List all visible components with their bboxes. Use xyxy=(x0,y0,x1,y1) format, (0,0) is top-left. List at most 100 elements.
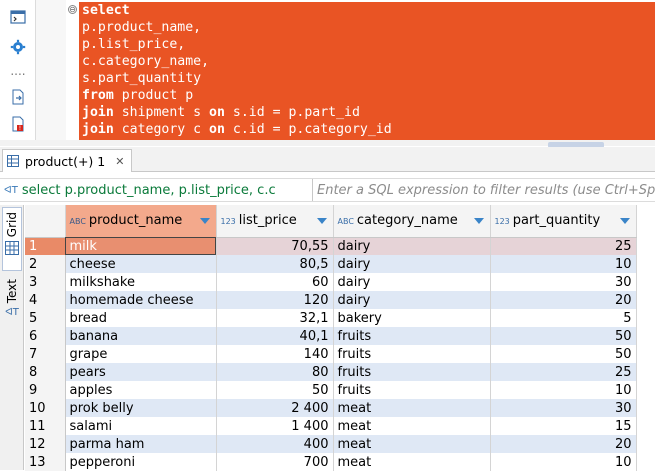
table-cell[interactable]: milk xyxy=(65,237,217,255)
table-row[interactable]: 4 homemade cheese 120 dairy 20 xyxy=(25,291,637,309)
table-cell[interactable]: pears xyxy=(65,363,217,381)
table-cell[interactable]: meat xyxy=(333,399,491,417)
table-cell[interactable]: 25 xyxy=(490,363,637,381)
table-cell[interactable]: parma ham xyxy=(65,435,217,453)
document-error-icon[interactable]: ! xyxy=(9,115,27,133)
more-dots-icon[interactable]: .... xyxy=(9,62,27,80)
sql-selection-block[interactable]: select p.product_name, p.list_price, c.cate… xyxy=(79,2,655,140)
column-type-icon: ABC xyxy=(337,217,354,227)
sql-text: s.part_quantity xyxy=(82,71,202,86)
table-cell[interactable]: 10 xyxy=(490,381,637,399)
table-cell[interactable]: 700 xyxy=(216,453,334,471)
table-cell[interactable]: banana xyxy=(65,327,217,345)
table-cell[interactable]: 10 xyxy=(490,453,637,471)
table-cell[interactable]: dairy xyxy=(333,291,491,309)
table-row[interactable]: 11 salami 1 400 meat 15 xyxy=(25,417,637,435)
column-header-list-price[interactable]: 123 list_price xyxy=(216,205,334,238)
table-cell[interactable]: cheese xyxy=(65,255,217,273)
terminal-icon[interactable] xyxy=(9,8,27,26)
tab-text-view[interactable]: Text ᐊT xyxy=(2,275,22,335)
sql-text: shipment s xyxy=(113,105,210,120)
table-cell[interactable]: fruits xyxy=(333,381,491,399)
table-cell[interactable]: apples xyxy=(65,381,217,399)
table-cell[interactable]: 20 xyxy=(490,435,637,453)
table-icon xyxy=(7,155,19,167)
column-header-product-name[interactable]: ABC product_name xyxy=(65,205,217,238)
table-cell[interactable]: 2 400 xyxy=(216,399,334,417)
table-cell[interactable]: 60 xyxy=(216,273,334,291)
table-cell[interactable]: 120 xyxy=(216,291,334,309)
table-cell[interactable]: 15 xyxy=(490,417,637,435)
table-cell[interactable]: 20 xyxy=(490,291,637,309)
sql-line: from product p xyxy=(79,87,655,104)
table-row[interactable]: 2 cheese 80,5 dairy 10 xyxy=(25,255,637,273)
table-cell[interactable]: dairy xyxy=(333,273,491,291)
sql-editor[interactable]: .... ! ⊖ select p.product_name, p.list_pri… xyxy=(0,0,655,148)
table-cell[interactable]: grape xyxy=(65,345,217,363)
table-header: ABC product_name 123 list_price ABC category_… xyxy=(25,205,637,238)
table-cell[interactable]: 5 xyxy=(490,309,637,327)
sql-line: join category c on c.id = p.category_id xyxy=(79,121,655,138)
table-cell[interactable]: 50 xyxy=(490,345,637,363)
sort-arrow-icon[interactable] xyxy=(316,218,327,224)
table-cell[interactable]: 10 xyxy=(490,255,637,273)
table-cell[interactable]: 50 xyxy=(490,327,637,345)
sql-line: p.product_name, xyxy=(79,19,655,36)
table-cell[interactable]: meat xyxy=(333,453,491,471)
filter-query-label[interactable]: ᐊT select p.product_name, p.list_price, … xyxy=(0,179,312,201)
table-cell[interactable]: fruits xyxy=(333,327,491,345)
table-cell[interactable]: 80,5 xyxy=(216,255,334,273)
table-row[interactable]: 6 banana 40,1 fruits 50 xyxy=(25,327,637,345)
table-row[interactable]: 3 milkshake 60 dairy 30 xyxy=(25,273,637,291)
table-cell[interactable]: fruits xyxy=(333,363,491,381)
tab-product-results[interactable]: product(+) 1 ✕ xyxy=(2,149,132,172)
table-cell[interactable]: meat xyxy=(333,417,491,435)
table-cell[interactable]: prok belly xyxy=(65,399,217,417)
table-cell[interactable]: 32,1 xyxy=(216,309,334,327)
table-row[interactable]: 5 bread 32,1 bakery 5 xyxy=(25,309,637,327)
table-cell[interactable]: bakery xyxy=(333,309,491,327)
fold-toggle-icon[interactable]: ⊖ xyxy=(68,5,77,14)
column-header-part-quantity[interactable]: 123 part_quantity xyxy=(490,205,637,238)
table-cell[interactable]: dairy xyxy=(333,237,491,255)
table-cell[interactable]: 50 xyxy=(216,381,334,399)
table-cell[interactable]: milkshake xyxy=(65,273,217,291)
filter-bar: ᐊT select p.product_name, p.list_price, … xyxy=(0,178,655,202)
sort-arrow-icon[interactable] xyxy=(199,218,210,224)
tab-grid-view[interactable]: Grid xyxy=(2,207,22,271)
sql-line: s.part_quantity xyxy=(79,70,655,87)
table-cell[interactable]: homemade cheese xyxy=(65,291,217,309)
table-cell[interactable]: fruits xyxy=(333,345,491,363)
filter-input[interactable]: Enter a SQL expression to filter results… xyxy=(312,179,655,201)
export-icon[interactable] xyxy=(9,88,27,106)
column-header-category-name[interactable]: ABC category_name xyxy=(333,205,491,238)
sort-arrow-icon[interactable] xyxy=(473,218,484,224)
table-row[interactable]: 8 pears 80 fruits 25 xyxy=(25,363,637,381)
table-row[interactable]: 1 milk 70,55 dairy 25 xyxy=(25,237,637,255)
gear-icon[interactable] xyxy=(9,38,27,56)
table-cell[interactable]: dairy xyxy=(333,255,491,273)
sort-arrow-icon[interactable] xyxy=(619,218,630,224)
table-cell[interactable]: 1 400 xyxy=(216,417,334,435)
table-cell[interactable]: 25 xyxy=(490,237,637,255)
close-icon[interactable]: ✕ xyxy=(115,155,124,168)
sql-text: c.category_name, xyxy=(82,54,210,69)
sql-keyword: on xyxy=(209,105,225,120)
table-cell[interactable]: salami xyxy=(65,417,217,435)
table-cell[interactable]: meat xyxy=(333,435,491,453)
table-cell[interactable]: 70,55 xyxy=(216,237,334,255)
table-cell[interactable]: bread xyxy=(65,309,217,327)
table-cell[interactable]: 30 xyxy=(490,273,637,291)
table-row[interactable]: 12 parma ham 400 meat 20 xyxy=(25,435,637,453)
table-row[interactable]: 10 prok belly 2 400 meat 30 xyxy=(25,399,637,417)
table-row[interactable]: 7 grape 140 fruits 50 xyxy=(25,345,637,363)
table-cell[interactable]: 80 xyxy=(216,363,334,381)
table-cell[interactable]: 30 xyxy=(490,399,637,417)
table-cell[interactable]: 400 xyxy=(216,435,334,453)
table-row[interactable]: 13 pepperoni 700 meat 10 xyxy=(25,453,637,471)
results-grid[interactable]: ABC product_name 123 list_price ABC category_… xyxy=(25,205,655,471)
table-cell[interactable]: 40,1 xyxy=(216,327,334,345)
table-cell[interactable]: 140 xyxy=(216,345,334,363)
table-cell[interactable]: pepperoni xyxy=(65,453,217,471)
table-row[interactable]: 9 apples 50 fruits 10 xyxy=(25,381,637,399)
